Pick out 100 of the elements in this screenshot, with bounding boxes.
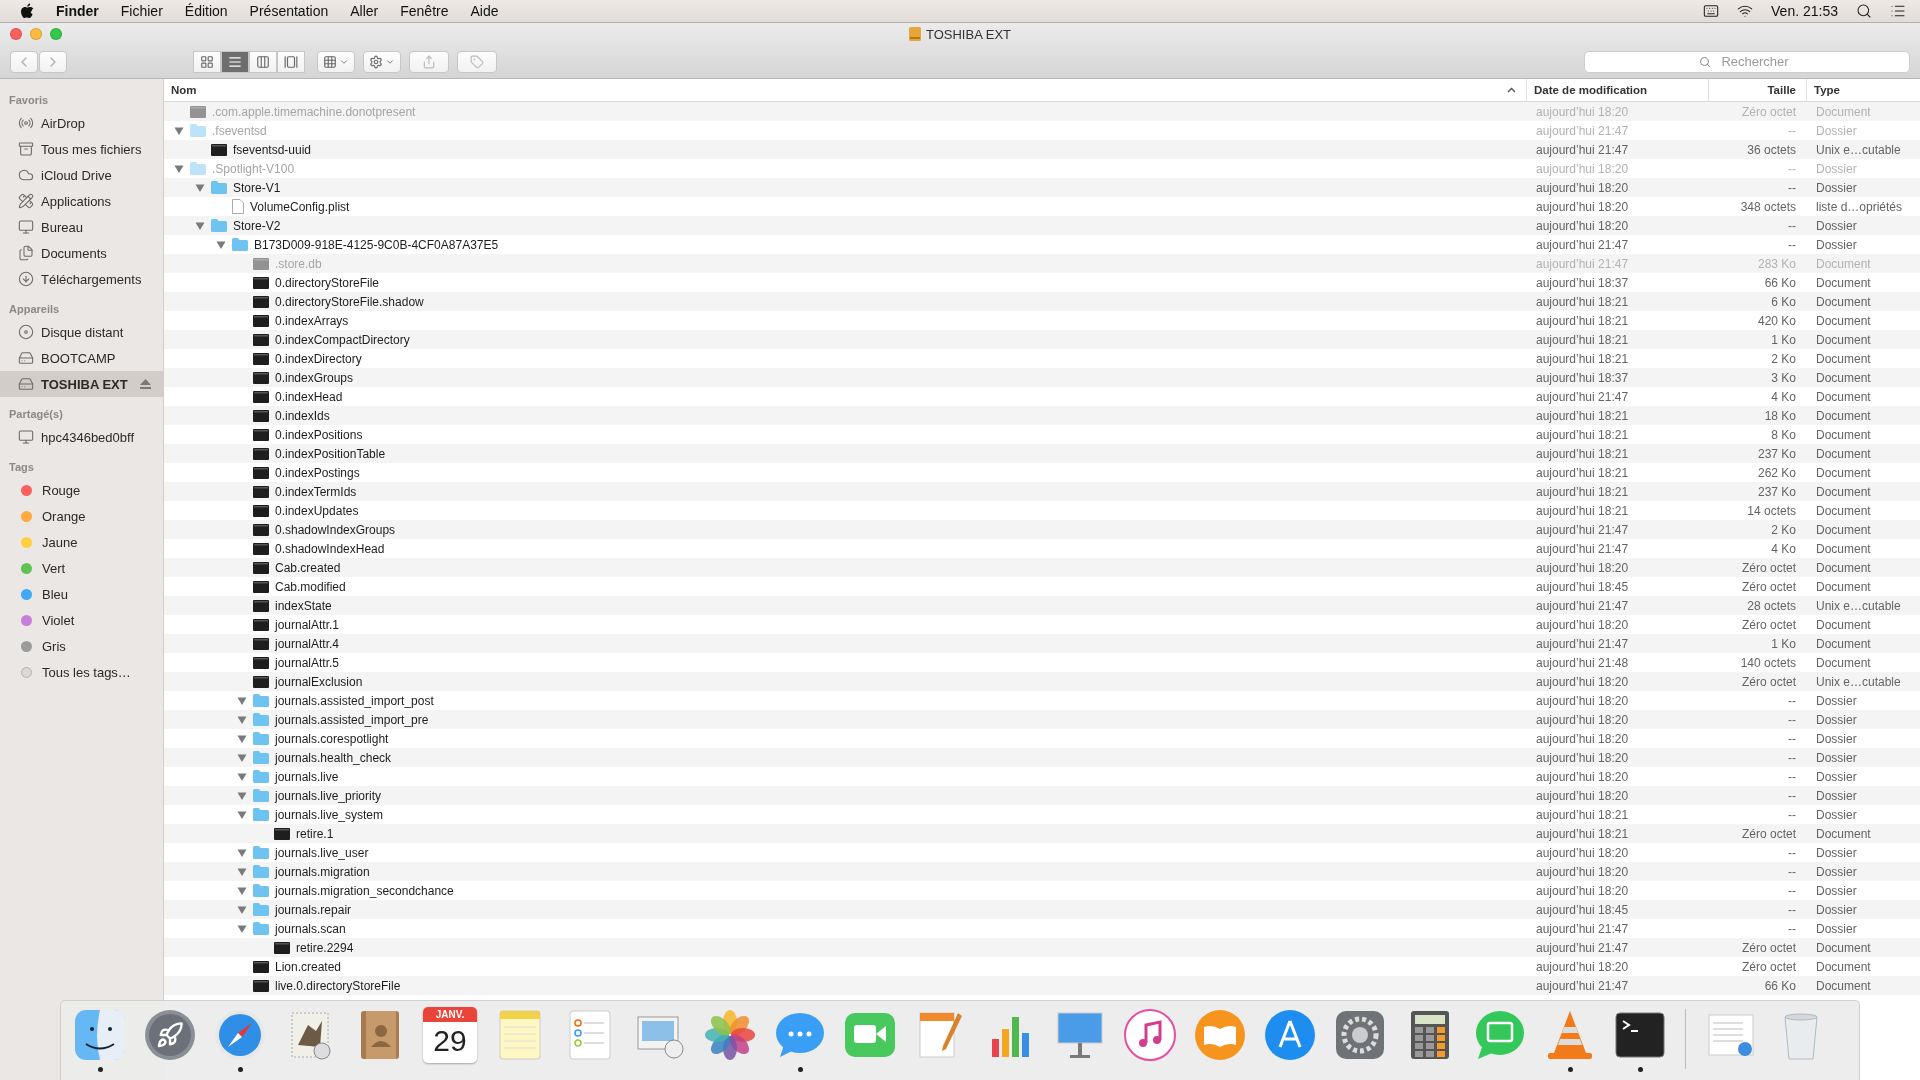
view-mode-button[interactable]	[277, 50, 305, 73]
open-book-icon[interactable]	[1192, 1007, 1248, 1063]
disclosure-triangle[interactable]	[195, 182, 205, 193]
file-row[interactable]: 0.indexPositionTable aujourd’hui 18:21 237 Ko Document	[164, 444, 1920, 463]
disclosure-triangle[interactable]	[237, 866, 247, 877]
view-mode-button[interactable]	[249, 50, 277, 73]
file-row[interactable]: 0.indexCompactDirectory aujourd’hui 18:21 1 Ko Document	[164, 330, 1920, 349]
disclosure-triangle[interactable]	[237, 904, 247, 915]
arrange-button[interactable]	[317, 50, 355, 73]
sidebar-item[interactable]: hpc4346bed0bff	[0, 424, 163, 450]
sidebar-item[interactable]: Tous les tags…	[0, 659, 163, 685]
sidebar-item[interactable]: iCloud Drive	[0, 162, 163, 188]
size-cell-text: --	[1787, 218, 1797, 233]
columns-icon	[256, 54, 270, 69]
disclosure-triangle[interactable]	[237, 733, 247, 744]
file-row[interactable]: 0.directoryStoreFile.shadow aujourd’hui 18:21 6 Ko Document	[164, 292, 1920, 311]
column-header[interactable]: Date de modification	[1526, 79, 1708, 101]
disclosure-triangle[interactable]	[237, 885, 247, 896]
disclosure-triangle[interactable]	[174, 125, 184, 136]
disclosure-triangle[interactable]	[237, 695, 247, 706]
folder-icon	[232, 238, 248, 251]
file-row[interactable]: journals.repair aujourd’hui 18:45 -- Dossier	[164, 900, 1920, 919]
file-row[interactable]: live.0.directoryStoreFile aujourd’hui 21:47 66 Ko Document	[164, 976, 1920, 995]
file-row[interactable]: retire.1 aujourd’hui 18:21 Zéro octet Document	[164, 824, 1920, 843]
file-row[interactable]: 0.shadowIndexGroups aujourd’hui 21:47 2 Ko Document	[164, 520, 1920, 539]
sidebar-item[interactable]: Violet	[0, 607, 163, 633]
disclosure-triangle[interactable]	[174, 163, 184, 174]
sidebar-item[interactable]: Bureau	[0, 214, 163, 240]
file-name: 0.indexPostings	[275, 465, 360, 480]
list-icon[interactable]	[1890, 3, 1906, 19]
file-row[interactable]: journals.assisted_import_pre aujourd’hui 18:20 -- Dossier	[164, 710, 1920, 729]
music-note-icon[interactable]	[1122, 1007, 1178, 1063]
zoom-button[interactable]	[50, 28, 62, 40]
apple-icon[interactable]	[20, 3, 34, 19]
sidebar-item[interactable]: Applications	[0, 188, 163, 214]
file-row[interactable]: 0.indexIds aujourd’hui 18:21 18 Ko Document	[164, 406, 1920, 425]
disclosure-triangle[interactable]	[237, 923, 247, 934]
menu-item[interactable]: Fenêtre	[400, 3, 449, 19]
file-row[interactable]: 0.indexTermIds aujourd’hui 18:21 237 Ko Document	[164, 482, 1920, 501]
column-header[interactable]: Type	[1806, 79, 1920, 101]
disclosure-triangle[interactable]	[237, 809, 247, 820]
sidebar-item[interactable]: Vert	[0, 555, 163, 581]
size-cell-text: --	[1787, 161, 1797, 176]
disclosure-triangle[interactable]	[195, 220, 205, 231]
size-cell-text: --	[1787, 693, 1797, 708]
sidebar-item[interactable]: Disque distant	[0, 319, 163, 345]
column-header[interactable]: Taille	[1708, 79, 1806, 101]
size-cell-text: Zéro octet	[1740, 104, 1797, 119]
file-row[interactable]: indexState aujourd’hui 21:47 28 octets Unix e…cutable	[164, 596, 1920, 615]
menu-item[interactable]: Édition	[184, 3, 228, 19]
sidebar-item[interactable]: TOSHIBA EXT	[0, 371, 163, 397]
keyboard-icon[interactable]	[1703, 3, 1720, 19]
disclosure-triangle[interactable]	[237, 790, 247, 801]
file-row[interactable]: journalAttr.4 aujourd’hui 21:47 1 Ko Document	[164, 634, 1920, 653]
file-row[interactable]: Store-V1 aujourd’hui 18:20 -- Dossier	[164, 178, 1920, 197]
action-button[interactable]	[363, 50, 401, 73]
search-field[interactable]: Rechercher	[1584, 50, 1910, 73]
file-row[interactable]: 0.indexGroups aujourd’hui 18:37 3 Ko Document	[164, 368, 1920, 387]
column-header[interactable]: Nom	[164, 79, 1526, 101]
sidebar-item[interactable]: Gris	[0, 633, 163, 659]
sidebar-item[interactable]: AirDrop	[0, 110, 163, 136]
view-mode-button[interactable]	[193, 50, 221, 73]
disclosure-triangle[interactable]	[216, 239, 226, 250]
flower-icon[interactable]	[702, 1007, 758, 1063]
search-icon[interactable]	[1856, 3, 1872, 19]
menu-item[interactable]: Aide	[470, 3, 499, 19]
file-row[interactable]: journals.live_priority aujourd’hui 18:20 -- Dossier	[164, 786, 1920, 805]
clock[interactable]: Ven. 21:53	[1771, 3, 1838, 19]
file-row[interactable]: retire.2294 aujourd’hui 21:47 Zéro octet Document	[164, 938, 1920, 957]
file-row[interactable]: Cab.created aujourd’hui 18:20 Zéro octet Document	[164, 558, 1920, 577]
calendar-icon[interactable]: JANV. 29	[423, 1007, 477, 1063]
sidebar-item[interactable]: BOOTCAMP	[0, 345, 163, 371]
menu-item[interactable]: Présentation	[249, 3, 329, 19]
file-row[interactable]: Store-V2 aujourd’hui 18:20 -- Dossier	[164, 216, 1920, 235]
file-row[interactable]: fseventsd-uuid aujourd’hui 21:47 36 octets Unix e…cutable	[164, 140, 1920, 159]
sidebar-item[interactable]: Téléchargements	[0, 266, 163, 292]
disclosure-triangle[interactable]	[237, 752, 247, 763]
view-mode-button[interactable]	[221, 50, 249, 73]
face-icon[interactable]	[72, 1007, 128, 1063]
close-button[interactable]	[10, 28, 22, 40]
disclosure-triangle[interactable]	[237, 714, 247, 725]
menu-item[interactable]: Fichier	[120, 3, 163, 19]
file-row[interactable]: journalExclusion aujourd’hui 18:20 Zéro octet Unix e…cutable	[164, 672, 1920, 691]
sidebar-item[interactable]: Orange	[0, 503, 163, 529]
disclosure-triangle[interactable]	[237, 771, 247, 782]
sidebar-item[interactable]: Tous mes fichiers	[0, 136, 163, 162]
sidebar-item[interactable]: Rouge	[0, 477, 163, 503]
sidebar-item[interactable]: Documents	[0, 240, 163, 266]
file-row[interactable]: journals.health_check aujourd’hui 18:20 -- Dossier	[164, 748, 1920, 767]
download-icon	[18, 271, 34, 287]
sidebar-item[interactable]: Jaune	[0, 529, 163, 555]
type-cell-text: Dossier	[1815, 161, 1858, 176]
letter-a-icon[interactable]	[1262, 1007, 1318, 1063]
eject-icon[interactable]	[140, 379, 151, 389]
wifi-icon[interactable]	[1737, 3, 1754, 19]
app-menu[interactable]: Finder	[56, 3, 99, 19]
sidebar-item[interactable]: Bleu	[0, 581, 163, 607]
file-row[interactable]: journals.migration aujourd’hui 18:20 -- Dossier	[164, 862, 1920, 881]
disclosure-triangle[interactable]	[237, 847, 247, 858]
menu-item[interactable]: Aller	[350, 3, 379, 19]
